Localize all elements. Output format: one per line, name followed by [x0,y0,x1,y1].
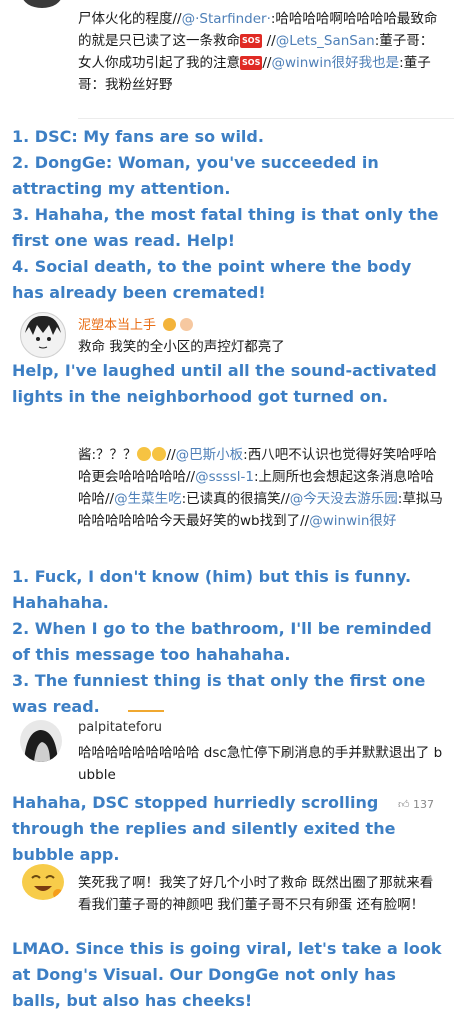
mention-link[interactable]: @ssssl-1 [195,469,254,485]
emoji-avatar-icon [31,875,63,899]
mention-link[interactable]: @巴斯小板 [176,447,244,463]
comment-text: 尸体火化的程度//@·Starfinder·:哈哈哈哈啊哈哈哈哈最致命的就是只已… [78,11,438,93]
mention-link[interactable]: @生菜生吃 [114,491,182,507]
avatar[interactable] [20,312,66,358]
sos-emoji-icon: SOS [240,34,263,48]
emoji-icon [180,318,194,331]
mention-link[interactable]: @winwin很好 [309,513,396,529]
mention-link[interactable]: @Lets_SanSan [276,33,375,49]
laugh-cry-emoji-icon [151,447,166,461]
translation-block: LMAO. Since this is going viral, let's t… [12,939,442,1010]
username[interactable]: palpitateforu [78,720,162,735]
translation-block: 1. Fuck, I don't know (him) but this is … [12,564,448,720]
laugh-cry-emoji-icon [136,447,151,461]
divider [78,118,454,119]
avatar[interactable] [20,720,62,762]
comment-text: 酱:？？？//@巴斯小板:西八吧不认识也觉得好笑哈呼哈哈更会哈哈哈哈哈//@ss… [78,447,443,529]
comment-text: 救命 我笑的全小区的声控灯都亮了 [78,339,285,355]
highlight-underline [128,710,164,712]
translation-line: 3. The funniest thing is that only the f… [12,671,426,716]
avatar[interactable] [22,0,62,8]
translation-line: 2. DongGe: Woman, you've succeeded in at… [12,153,379,198]
anime-avatar-icon [25,315,61,349]
photo-avatar-icon [24,730,58,762]
translation-block: 1. DSC: My fans are so wild. 2. DongGe: … [12,124,448,306]
mention-link[interactable]: @winwin很好我也是 [271,55,399,71]
translation-line: 3. Hahaha, the most fatal thing is that … [12,205,439,250]
translation-line: 2. When I go to the bathroom, I'll be re… [12,619,432,664]
avatar[interactable] [22,864,64,900]
translation-line: 1. DSC: My fans are so wild. [12,127,264,146]
mention-link[interactable]: @·Starfinder· [182,11,271,27]
translation-line: 4. Social death, to the point where the … [12,257,412,302]
emoji-icon [163,318,177,331]
username[interactable]: 泥塑本当上手 [78,314,194,333]
translation-block: Help, I've laughed until all the sound-a… [12,361,437,406]
translation-line: 1. Fuck, I don't know (him) but this is … [12,567,412,612]
comment-text: 笑死我了啊！我笑了好几个小时了救命 既然出圈了那就来看看我们董子哥的神颜吧 我们… [78,875,434,913]
translation-block: Hahaha, DSC stopped hurriedly scrolling … [12,793,396,864]
sos-emoji-icon: SOS [240,56,263,70]
comment-text: 哈哈哈哈哈哈哈哈哈 dsc急忙停下刷消息的手并默默退出了 bubble [78,745,443,783]
mention-link[interactable]: @今天没去游乐园 [290,491,398,507]
